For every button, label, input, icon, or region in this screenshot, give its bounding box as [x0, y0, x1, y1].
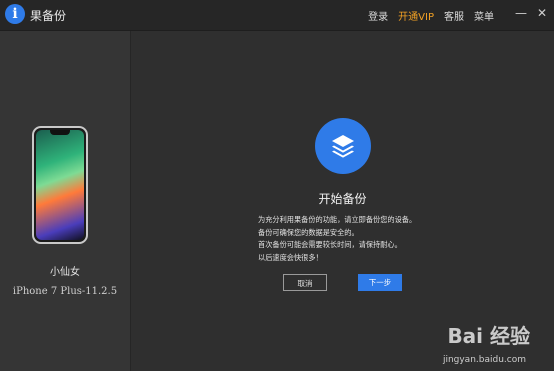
customer-service-link[interactable]: 客服 — [444, 8, 464, 23]
vip-link[interactable]: 开通VIP — [398, 8, 434, 23]
desc-line: 为充分利用果备份的功能，请立即备份您的设备。 — [258, 215, 417, 224]
title-bar: i 果备份 登录 开通VIP 客服 菜单 — ✕ — [0, 0, 554, 31]
app-title: 果备份 — [30, 9, 67, 23]
close-button[interactable]: ✕ — [535, 6, 549, 20]
desc-line: 首次备份可能会需要较长时间，请保持耐心。 — [258, 240, 402, 249]
watermark-logo: Bai 经验 — [447, 324, 530, 348]
cancel-button[interactable]: 取消 — [283, 274, 327, 291]
backup-description: 为充分利用果备份的功能，请立即备份您的设备。 备份可确保您的数据是安全的。 首次… — [258, 214, 416, 264]
page-title: 开始备份 — [318, 192, 367, 206]
next-button[interactable]: 下一步 — [358, 274, 402, 291]
top-menu: 登录 开通VIP 客服 菜单 — [368, 8, 494, 23]
watermark-url: jingyan.baidu.com — [442, 355, 526, 365]
phone-notch — [50, 130, 70, 135]
backup-layers-icon — [315, 118, 371, 174]
layers-icon — [332, 135, 354, 158]
desc-line: 以后速度会快很多！ — [258, 252, 323, 262]
device-name: 小仙女 — [50, 267, 80, 278]
iphone-image — [32, 126, 88, 244]
device-sidebar: 小仙女 iPhone 7 Plus-11.2.5 — [0, 31, 131, 371]
login-link[interactable]: 登录 — [368, 8, 388, 23]
phone-screen — [36, 130, 84, 240]
main-panel: 开始备份 为充分利用果备份的功能，请立即备份您的设备。 备份可确保您的数据是安全… — [131, 31, 554, 371]
device-model: iPhone 7 Plus-11.2.5 — [12, 286, 118, 297]
menu-link[interactable]: 菜单 — [474, 8, 494, 23]
minimize-button[interactable]: — — [514, 6, 528, 20]
app-logo-icon: i — [5, 4, 25, 24]
desc-line: 备份可确保您的数据是安全的。 — [258, 227, 359, 237]
